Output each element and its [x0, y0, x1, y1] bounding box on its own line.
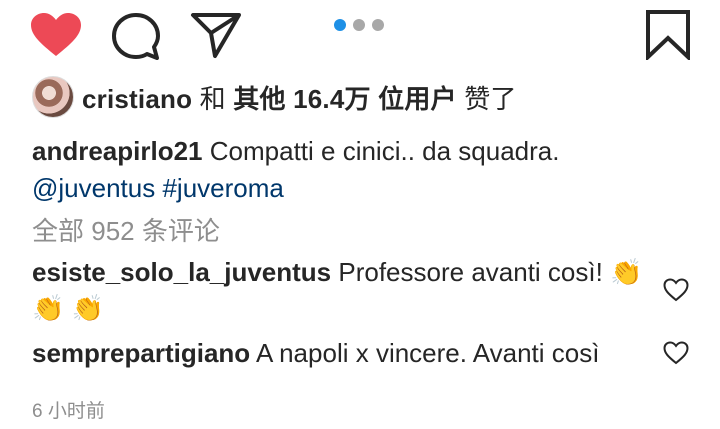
carousel-dot	[372, 19, 384, 31]
view-all-comments-link[interactable]: 全部 952 条评论	[32, 211, 220, 248]
comments-suffix: 条评论	[141, 216, 220, 246]
likes-count: 16.4万	[293, 83, 371, 114]
bookmark-icon	[646, 10, 690, 60]
caption-hashtag[interactable]: #juveroma	[162, 173, 283, 203]
share-button[interactable]	[190, 11, 242, 59]
heart-filled-icon	[31, 13, 81, 56]
likes-summary[interactable]: cristiano 和 其他 16.4万 位用户 赞了	[32, 76, 517, 118]
post-caption: andreapirlo21 Compatti e cinici.. da squ…	[32, 133, 672, 207]
caption-text: Compatti e cinici.. da squadra.	[209, 136, 560, 166]
comment-button[interactable]	[111, 12, 161, 60]
like-button[interactable]	[30, 12, 82, 58]
comment-item: semprepartigiano A napoli x vincere. Ava…	[32, 335, 647, 371]
heart-outline-icon	[663, 278, 689, 302]
caption-username[interactable]: andreapirlo21	[32, 136, 203, 166]
likes-text[interactable]: cristiano 和 其他 16.4万 位用户 赞了	[82, 79, 517, 116]
heart-outline-icon	[663, 341, 689, 365]
comment-text: Professore avanti così!	[338, 257, 603, 287]
comment-username[interactable]: semprepartigiano	[32, 338, 250, 368]
liker-username[interactable]: cristiano	[82, 84, 192, 114]
clapping-hands-emoji: 👏	[32, 293, 65, 323]
comments-label: 全部	[32, 216, 85, 246]
comments-count: 952	[91, 216, 135, 246]
likes-connector: 和	[199, 83, 226, 114]
comment-text: A napoli x vincere. Avanti così	[255, 338, 600, 368]
clapping-hands-emoji: 👏	[610, 257, 643, 287]
comment-like-button[interactable]	[663, 341, 689, 370]
save-button[interactable]	[645, 10, 691, 60]
comment-like-button[interactable]	[663, 278, 689, 307]
liker-avatar[interactable]	[32, 76, 74, 118]
carousel-dot-active	[334, 19, 346, 31]
caption-mention[interactable]: @juventus	[32, 173, 155, 203]
clapping-hands-emoji: 👏	[71, 293, 104, 323]
likes-suffix: 位用户	[378, 83, 457, 114]
comment-item: esiste_solo_la_juventus Professore avant…	[32, 254, 647, 326]
carousel-indicator	[334, 19, 384, 31]
likes-others-label: 其他	[233, 83, 286, 114]
comment-username[interactable]: esiste_solo_la_juventus	[32, 257, 331, 287]
likes-verb: 赞了	[464, 83, 517, 114]
paper-plane-icon	[191, 13, 241, 58]
post-timestamp: 6 小时前	[32, 401, 105, 422]
comment-bubble-icon	[112, 13, 160, 60]
carousel-dot	[353, 19, 365, 31]
